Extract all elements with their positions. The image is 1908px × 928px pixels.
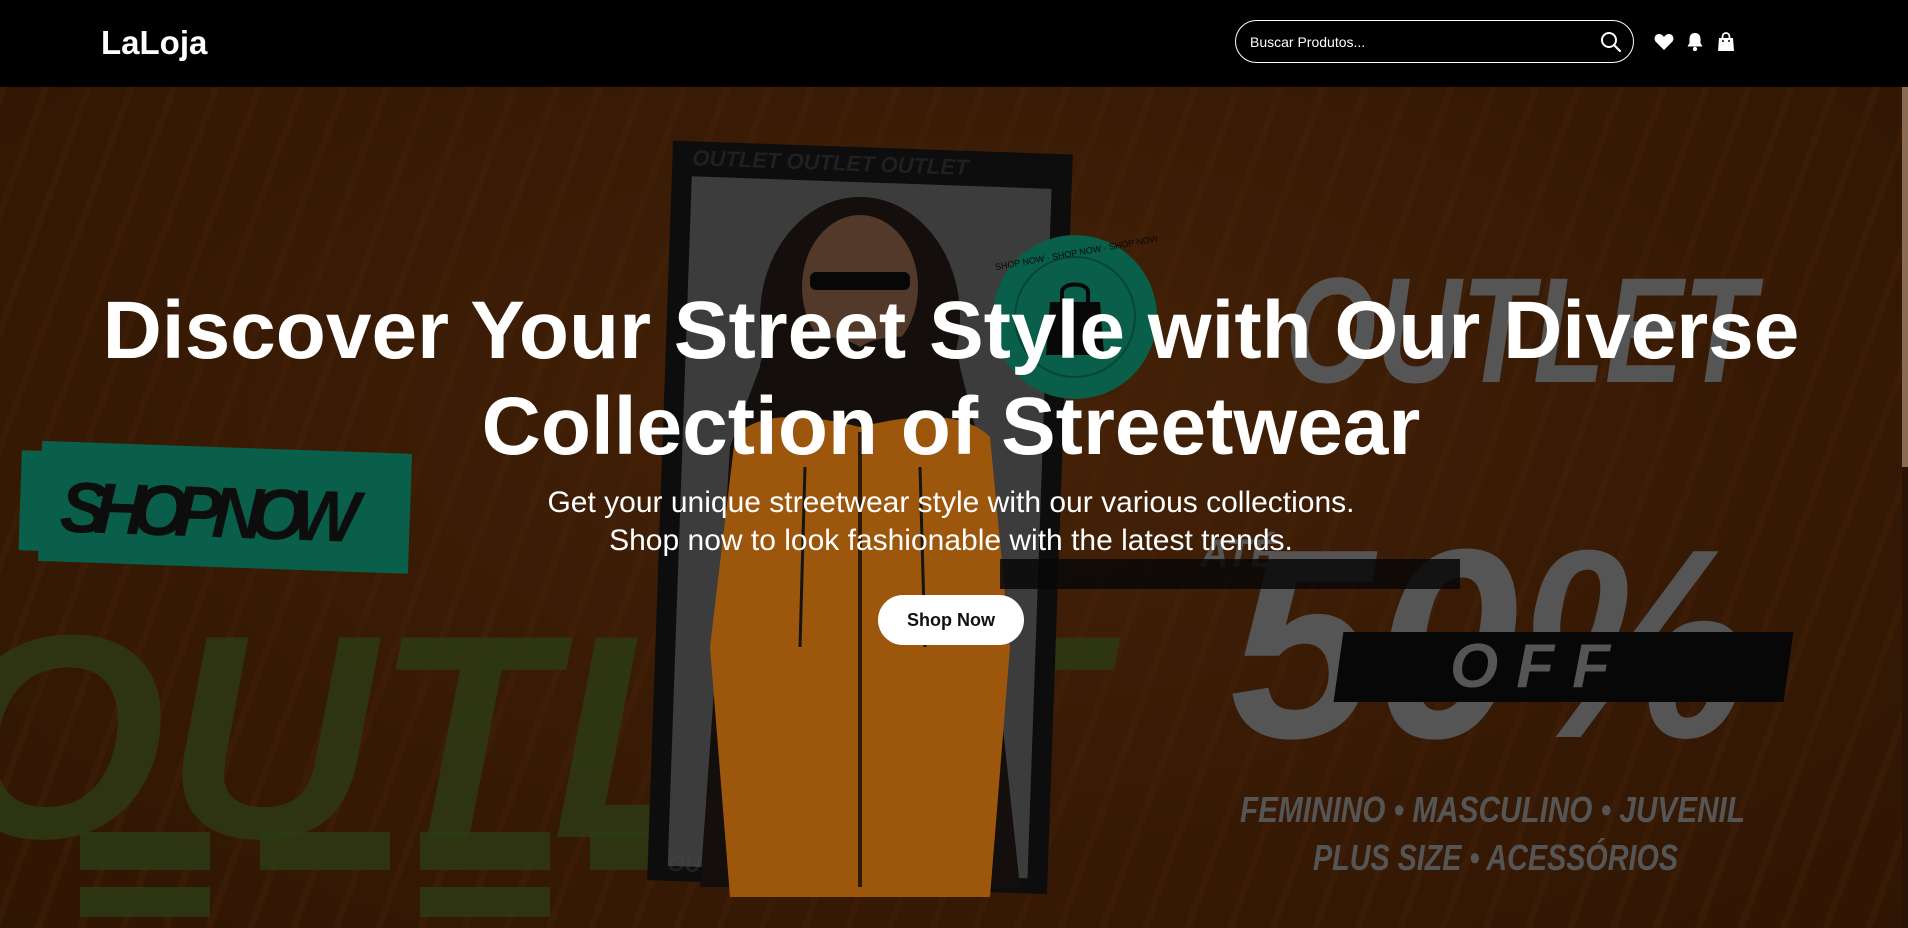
navbar: LaLoja: [0, 0, 1908, 87]
search-icon: [1601, 31, 1622, 52]
hero-subtitle: Get your unique streetwear style with ou…: [0, 484, 1902, 560]
wishlist-button[interactable]: [1654, 31, 1674, 53]
hero-subtitle-line-2: Shop now to look fashionable with the la…: [609, 524, 1293, 557]
cart-button[interactable]: [1716, 31, 1736, 53]
hero-title-line-1: Discover Your Street Style with Our Dive…: [102, 285, 1800, 376]
notifications-button[interactable]: [1685, 31, 1705, 53]
search-bar: [1235, 20, 1634, 63]
hero-section: OUTLET SHOP NOW OUTLET OUTLET OUTLET OUT…: [0, 87, 1902, 928]
page-scrollbar-thumb[interactable]: [1902, 87, 1908, 467]
hero-title-line-2: Collection of Streetwear: [481, 381, 1421, 472]
shopping-bag-icon: [1718, 32, 1734, 51]
search-input[interactable]: [1236, 20, 1589, 63]
heart-icon: [1654, 34, 1674, 50]
hero-subtitle-line-1: Get your unique streetwear style with ou…: [547, 486, 1355, 519]
shop-now-button[interactable]: Shop Now: [878, 595, 1024, 645]
hero-title: Discover Your Street Style with Our Dive…: [0, 283, 1902, 475]
search-button[interactable]: [1589, 21, 1633, 62]
brand-logo[interactable]: LaLoja: [101, 24, 207, 62]
nav-icons: [1654, 31, 1736, 53]
bell-icon: [1687, 33, 1703, 52]
